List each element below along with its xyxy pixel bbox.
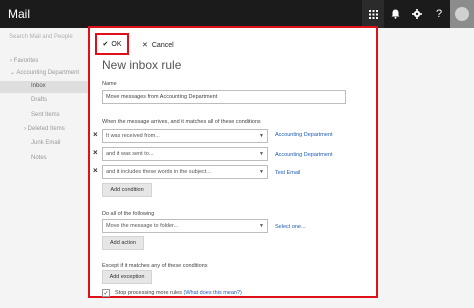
sidebar-item-drafts[interactable]: Drafts: [31, 97, 47, 103]
cancel-label: Cancel: [151, 41, 174, 49]
sidebar-item-account[interactable]: ⌄ Accounting Department: [10, 69, 79, 76]
avatar[interactable]: [450, 0, 474, 28]
top-icons: ?: [362, 0, 474, 28]
sidebar-item-sent[interactable]: Sent Items: [31, 112, 60, 118]
checkmark-icon: ✔: [102, 41, 109, 48]
chevron-icon: ⌄: [10, 70, 16, 76]
app-title: Mail: [8, 7, 31, 21]
ok-button[interactable]: ✔ OK: [95, 33, 129, 55]
add-action-button[interactable]: Add action: [102, 236, 144, 250]
top-bar: Mail ?: [0, 0, 474, 28]
sidebar-item-label: Deleted Items: [27, 126, 65, 132]
add-exception-button[interactable]: Add exception: [102, 270, 152, 284]
rule-name-input[interactable]: Move messages from Accounting Department: [102, 90, 346, 104]
sidebar-item-inbox[interactable]: Inbox: [0, 81, 88, 93]
action-link[interactable]: Select one...: [275, 224, 306, 230]
stop-processing-checkbox[interactable]: ✓: [102, 289, 110, 297]
sidebar-item-label: Favorites: [13, 58, 39, 64]
search-input[interactable]: Search Mail and People: [4, 32, 86, 44]
chevron-down-icon: ▼: [259, 223, 264, 229]
sidebar-item-label: Inbox: [31, 83, 46, 89]
remove-condition-icon[interactable]: ×: [93, 166, 98, 175]
condition-select[interactable]: and it includes these words in the subje…: [102, 165, 268, 179]
remove-condition-icon[interactable]: ×: [93, 148, 98, 157]
gear-icon[interactable]: [406, 0, 428, 28]
close-icon: ✕: [142, 42, 148, 49]
condition-select-value: It was received from...: [106, 133, 160, 139]
chevron-down-icon: ▼: [259, 151, 264, 157]
bell-icon[interactable]: [384, 0, 406, 28]
help-icon[interactable]: ?: [428, 0, 450, 28]
actions-label: Do all of the following: [102, 211, 155, 217]
condition-link[interactable]: Accounting Department: [275, 132, 332, 138]
checkmark-icon: ✓: [103, 290, 109, 297]
exceptions-label: Except if it matches any of these condit…: [102, 263, 208, 269]
sidebar-item-notes[interactable]: Notes: [31, 155, 47, 161]
sidebar-item-deleted[interactable]: › Deleted Items: [24, 126, 65, 132]
chevron-icon: ›: [24, 126, 26, 132]
cancel-button[interactable]: ✕ Cancel: [142, 41, 174, 50]
condition-link[interactable]: Test Email: [275, 170, 300, 176]
chevron-down-icon: ▼: [259, 169, 264, 175]
condition-link[interactable]: Accounting Department: [275, 152, 332, 158]
condition-select[interactable]: It was received from... ▼: [102, 129, 268, 143]
new-inbox-rule-dialog: ✔ OK ✕ Cancel New inbox rule Name Move m…: [88, 26, 378, 298]
stop-processing-text: Stop processing more rules: [115, 290, 182, 296]
stop-processing-label: Stop processing more rules (What does th…: [115, 290, 242, 296]
name-label: Name: [102, 81, 117, 87]
what-does-this-mean-link[interactable]: (What does this mean?): [183, 290, 241, 296]
remove-condition-icon[interactable]: ×: [93, 130, 98, 139]
condition-select-value: and it includes these words in the subje…: [106, 169, 211, 175]
apps-grid-icon[interactable]: [362, 0, 384, 28]
dialog-title: New inbox rule: [102, 58, 182, 72]
chevron-down-icon: ▼: [259, 133, 264, 139]
action-select[interactable]: Move the message to folder... ▼: [102, 219, 268, 233]
ok-label: OK: [111, 40, 122, 48]
chevron-icon: ›: [10, 58, 12, 64]
condition-select-value: and it was sent to...: [106, 151, 154, 157]
avatar-image: [455, 7, 469, 21]
conditions-label: When the message arrives, and it matches…: [102, 119, 261, 125]
sidebar: Search Mail and People › Favorites ⌄ Acc…: [0, 28, 88, 308]
sidebar-item-label: Accounting Department: [16, 70, 80, 76]
action-select-value: Move the message to folder...: [106, 223, 179, 229]
sidebar-item-junk[interactable]: Junk Email: [31, 140, 60, 146]
sidebar-item-favorites[interactable]: › Favorites: [10, 58, 38, 64]
condition-select[interactable]: and it was sent to... ▼: [102, 147, 268, 161]
add-condition-button[interactable]: Add condition: [102, 183, 152, 197]
